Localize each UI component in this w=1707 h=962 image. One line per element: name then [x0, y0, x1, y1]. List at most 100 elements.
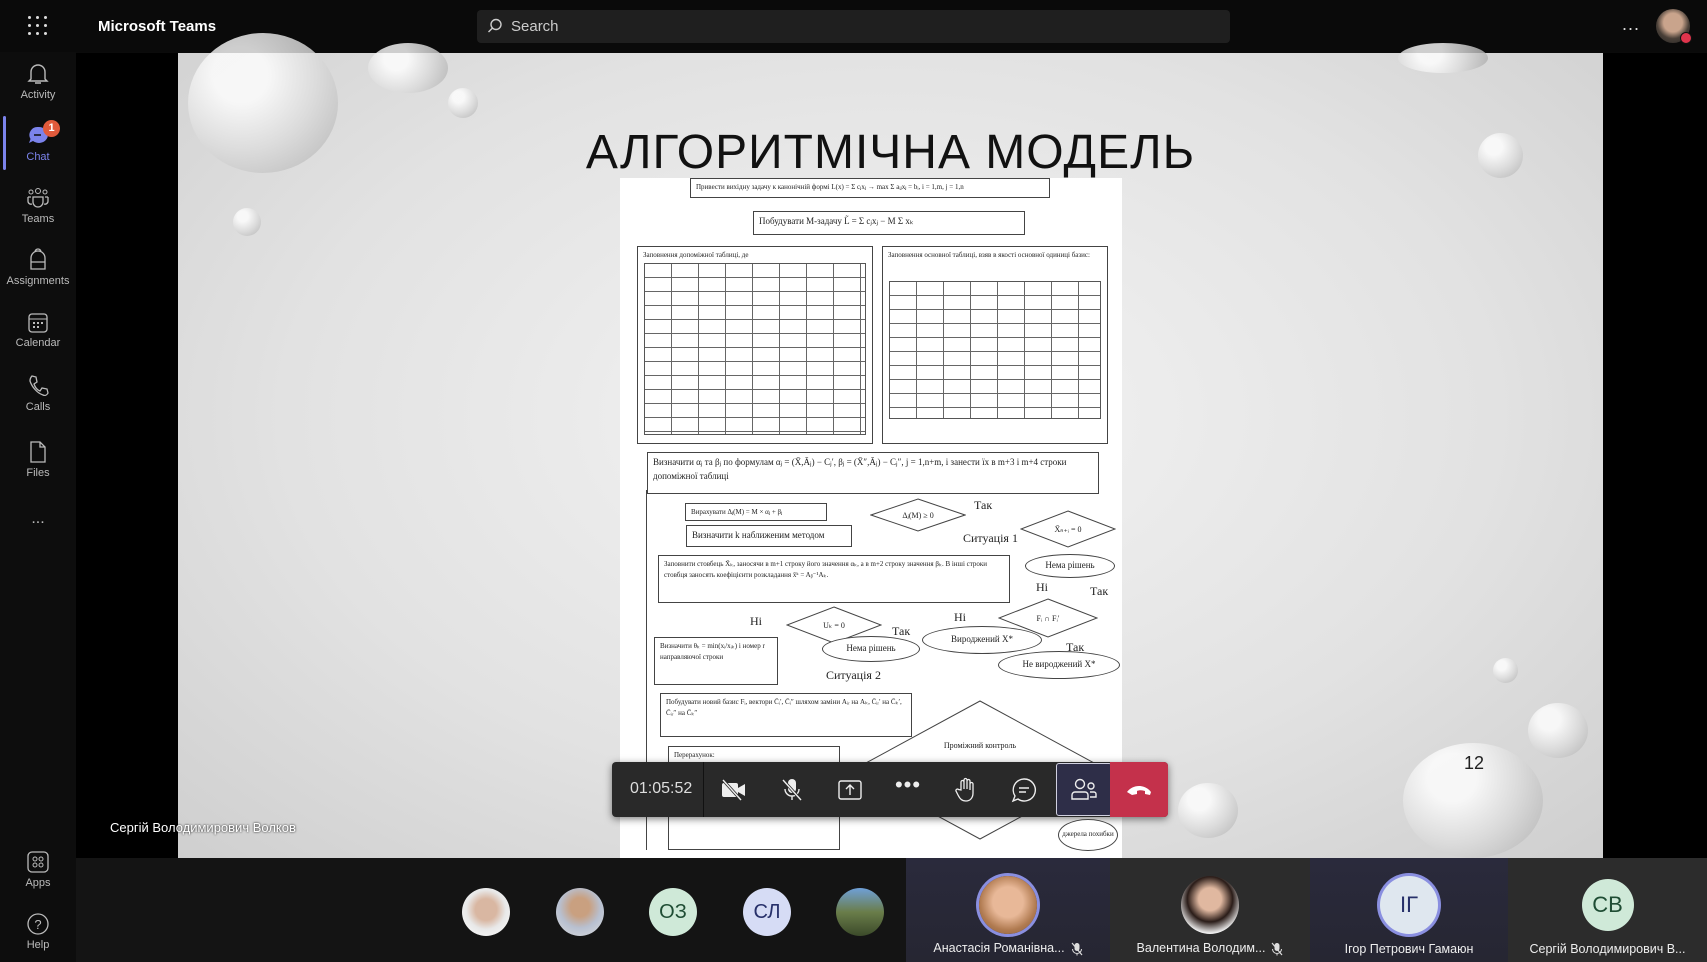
sidebar-item-calendar[interactable]: Calendar	[0, 312, 76, 349]
backpack-icon	[30, 248, 46, 270]
app-title: Microsoft Teams	[98, 18, 217, 35]
hand-icon	[955, 777, 974, 802]
apps-icon	[27, 851, 49, 873]
main-table-caption: Заповнення основної таблиці, взяв в якос…	[888, 251, 1090, 259]
participant-avatar[interactable]	[556, 888, 604, 936]
camera-off-icon	[721, 778, 745, 801]
participant-tile[interactable]: Валентина Володим...	[1110, 858, 1310, 962]
flow-label-situation-2: Ситуація 2	[826, 668, 881, 682]
share-content-button[interactable]	[822, 762, 878, 817]
teams-icon	[27, 188, 49, 208]
search-placeholder: Search	[511, 18, 559, 35]
call-timer: 01:05:52	[630, 780, 693, 797]
sidebar-item-label: Files	[26, 467, 50, 479]
share-screen-icon	[838, 779, 862, 800]
slide-title: АЛГОРИТМІЧНА МОДЕЛЬ	[585, 126, 1196, 179]
sidebar-item-assignments[interactable]: Assignments	[0, 248, 76, 287]
participant-avatar[interactable]	[836, 888, 884, 936]
divider	[703, 762, 704, 817]
sidebar-item-activity[interactable]: Activity	[0, 62, 76, 101]
sidebar-item-apps[interactable]: Apps	[0, 850, 76, 889]
app-bar: Activity 1 Chat Teams Assignments Calend…	[0, 52, 76, 962]
flow-label-no: Ні	[954, 610, 966, 624]
sidebar-item-label: Assignments	[6, 275, 70, 287]
flow-aux-table: Заповнення допоміжної таблиці, де	[637, 246, 873, 444]
leave-call-button[interactable]	[1110, 762, 1168, 817]
water-drop-decoration	[1178, 783, 1238, 838]
search-input[interactable]: Search	[477, 10, 1230, 43]
chat-bubble-icon	[1011, 777, 1036, 802]
flow-label-yes: Так	[1090, 584, 1109, 598]
sidebar-item-help[interactable]: ? Help	[0, 912, 76, 951]
bell-icon	[27, 64, 49, 84]
flow-label-no: Ні	[1036, 580, 1048, 594]
flow-step-fill-column: Заповнити стовбець X̄ₖ, заносячи в m+1 с…	[658, 555, 1010, 603]
participant-avatar: СВ	[1581, 879, 1634, 931]
file-icon	[30, 441, 46, 463]
participant-name: Ігор Петрович Гамаюн	[1344, 942, 1474, 956]
flow-step-k: Визначити k наближеним методом	[686, 525, 852, 547]
svg-text:?: ?	[34, 917, 41, 932]
more-apps-button[interactable]: ...	[0, 510, 76, 528]
status-busy-icon	[1680, 32, 1692, 44]
participant-name: Анастасія Романівна...	[933, 941, 1065, 956]
participant-avatar[interactable]: ОЗ	[649, 888, 697, 936]
participant-avatar[interactable]: СЛ	[743, 888, 791, 936]
flow-end-nondegenerate: Не вироджений X*	[998, 651, 1120, 679]
search-icon	[488, 18, 502, 33]
calendar-icon	[28, 313, 48, 333]
flow-end-no-solution-1: Нема рішень	[1025, 554, 1115, 578]
app-launcher-icon[interactable]	[28, 16, 48, 36]
more-options-button[interactable]: ...	[1622, 14, 1640, 35]
sidebar-item-label: Chat	[26, 151, 50, 163]
flow-end-error-source: джерела похибки	[1058, 819, 1118, 851]
flow-step-theta: Визначити θₖ = min(xᵢ/xᵢₖ) і номер r нап…	[654, 637, 778, 685]
mic-off-icon	[1071, 942, 1083, 956]
sidebar-item-label: Activity	[20, 89, 56, 101]
water-drop-decoration	[1398, 43, 1488, 73]
water-drop-decoration	[1493, 658, 1518, 683]
participant-tile[interactable]: ІГ Ігор Петрович Гамаюн	[1310, 858, 1508, 962]
flow-decision-delta: Δⱼ(M) ≥ 0	[870, 498, 966, 532]
mic-off-icon	[1271, 942, 1283, 956]
aux-table-grid	[644, 263, 866, 435]
sidebar-item-label: Apps	[25, 877, 51, 889]
mic-off-icon	[781, 778, 803, 801]
sidebar-item-teams[interactable]: Teams	[0, 186, 76, 225]
sidebar-item-chat[interactable]: 1 Chat	[0, 116, 76, 170]
stage-margin	[1603, 53, 1707, 858]
flow-label-yes: Так	[974, 498, 993, 512]
participant-tile[interactable]: СВ Сергій Володимирович В...	[1508, 858, 1707, 962]
sidebar-item-label: Calendar	[15, 337, 61, 349]
flow-step-m-task: Побудувати М-задачу L̃ = Σ cⱼxⱼ − M Σ xₖ	[753, 211, 1025, 235]
participants-button[interactable]	[1056, 763, 1112, 816]
sidebar-item-files[interactable]: Files	[0, 440, 76, 479]
sidebar-item-calls[interactable]: Calls	[0, 374, 76, 413]
flow-label-no: Ні	[750, 614, 762, 628]
camera-toggle-button[interactable]	[706, 762, 762, 817]
profile-avatar[interactable]	[1656, 9, 1692, 44]
aux-table-caption: Заповнення допоміжної таблиці, де	[643, 251, 749, 259]
flow-step-delta: Вирахувати Δⱼ(M) = M × αⱼ + βⱼ	[685, 503, 827, 521]
unread-badge: 1	[43, 120, 60, 137]
hang-up-icon	[1127, 785, 1151, 795]
flow-label-yes: Так	[892, 624, 911, 638]
flow-label-yes: Так	[1066, 640, 1085, 654]
main-table-grid	[889, 281, 1101, 419]
participant-tile[interactable]: Анастасія Романівна...	[906, 858, 1110, 962]
raise-hand-button[interactable]	[938, 762, 994, 817]
flow-main-table: Заповнення основної таблиці, взяв в якос…	[882, 246, 1108, 444]
sidebar-item-label: Help	[26, 939, 50, 951]
people-icon	[1071, 778, 1097, 800]
flow-step-canonical: Привести вихідну задачу к канонічній фор…	[690, 178, 1050, 198]
participant-avatar[interactable]	[462, 888, 510, 936]
flow-label-situation-1: Ситуація 1	[963, 531, 1018, 545]
water-drop-decoration	[1528, 703, 1588, 758]
mic-toggle-button[interactable]	[764, 762, 820, 817]
phone-icon	[29, 375, 49, 397]
help-icon: ?	[27, 913, 49, 935]
chat-button[interactable]	[996, 762, 1052, 817]
flow-step-alpha-beta: Визначити αⱼ та βⱼ по формулам αⱼ = (X̄,…	[647, 452, 1099, 494]
flow-decision-xn: X̄ₙ₊ᵢ = 0	[1020, 510, 1116, 548]
more-actions-button[interactable]: •••	[880, 762, 936, 817]
